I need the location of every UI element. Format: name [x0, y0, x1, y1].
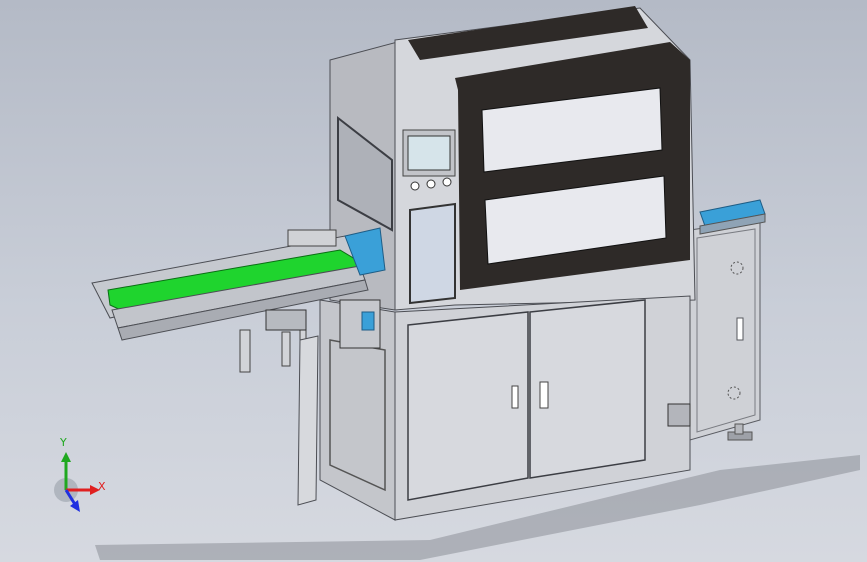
side-cabinet[interactable] [689, 199, 766, 441]
machine-model[interactable] [0, 0, 867, 562]
cad-viewport[interactable]: X Y [0, 0, 867, 562]
support-leg [297, 335, 319, 506]
door-handle-right[interactable] [539, 381, 549, 409]
control-button[interactable] [442, 177, 452, 187]
side-cabinet-handle[interactable] [736, 317, 744, 341]
cabinet-door-left[interactable] [407, 311, 529, 501]
coordinate-triad: X Y [40, 436, 120, 520]
side-window[interactable] [409, 202, 456, 305]
door-handle-left[interactable] [511, 385, 519, 409]
control-button[interactable] [410, 181, 420, 191]
hmi-screen[interactable] [407, 135, 451, 171]
electrical-port [667, 403, 691, 427]
motor-block [287, 229, 337, 247]
control-button[interactable] [426, 179, 436, 189]
x-axis-label: X [98, 480, 106, 493]
y-axis-label: Y [60, 436, 67, 449]
